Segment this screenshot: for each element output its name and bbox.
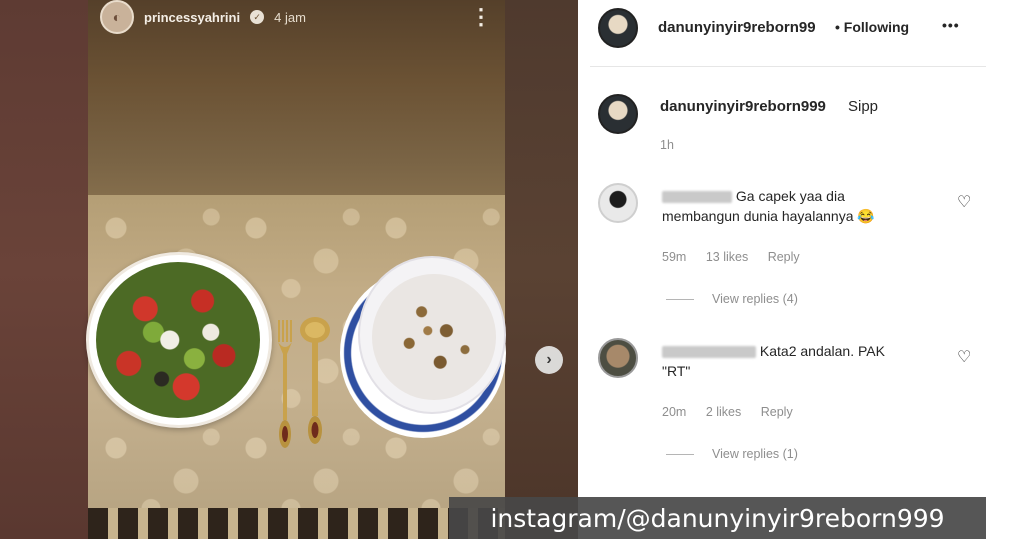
replies-line [666, 298, 694, 300]
golden-fork [278, 320, 292, 448]
post-author-name[interactable]: danunyinyir9reborn99 [658, 19, 816, 36]
story-side-margin [505, 0, 578, 539]
story-header: ◐ princessyahrini ✓ 4 jam [100, 0, 306, 34]
left-margin [0, 0, 88, 539]
comments-panel [578, 0, 1024, 539]
like-heart-icon[interactable]: ♡ [957, 192, 971, 212]
golden-spoon [300, 317, 330, 444]
comment-time: 59m [662, 250, 687, 264]
reply-link[interactable]: Reply [768, 250, 800, 264]
blurred-username [662, 191, 732, 204]
replies-line [666, 453, 694, 455]
view-replies-label[interactable]: View replies (4) [712, 292, 798, 306]
header-divider [590, 66, 986, 67]
verified-icon: ✓ [250, 10, 265, 24]
comment-text: Ga capek yaa dia [662, 186, 845, 206]
comment-likes[interactable]: 13 likes [706, 250, 748, 264]
view-replies-link[interactable]: View replies (4) [666, 292, 798, 306]
view-replies-label[interactable]: View replies (1) [712, 447, 798, 461]
comment-avatar[interactable] [598, 183, 638, 223]
caption-author[interactable]: danunyinyir9reborn999 [660, 98, 826, 115]
comment-meta: 59m 13 likes Reply [662, 250, 816, 264]
watermark-banner: instagram/@danunyinyir9reborn999 [449, 497, 986, 539]
porridge [372, 274, 496, 400]
following-label[interactable]: • Following [835, 17, 909, 37]
comment-text: Kata2 andalan. PAK [662, 341, 885, 361]
view-replies-link[interactable]: View replies (1) [666, 447, 798, 461]
caption-text: Sipp [848, 98, 879, 115]
comment-text-line2: membangun dunia hayalannya 😂 [662, 208, 875, 224]
comment-avatar[interactable] [598, 338, 638, 378]
blurred-username [662, 346, 756, 359]
story-avatar[interactable]: ◐ [100, 0, 134, 34]
next-arrow-button[interactable]: › [535, 346, 563, 374]
comment-text-line2: "RT" [662, 363, 691, 379]
story-time: 4 jam [274, 9, 306, 25]
reply-link[interactable]: Reply [761, 405, 793, 419]
comment-meta: 20m 2 likes Reply [662, 405, 809, 419]
table-edge-stripes [88, 508, 505, 539]
caption-time: 1h [660, 138, 674, 152]
comment-likes[interactable]: 2 likes [706, 405, 741, 419]
comment-time: 20m [662, 405, 687, 419]
story-username[interactable]: princessyahrini [144, 10, 240, 25]
salad [96, 262, 260, 418]
more-options-icon[interactable]: ⋮ [470, 4, 493, 30]
post-more-icon[interactable]: ••• [942, 15, 960, 35]
post-author-avatar[interactable] [598, 8, 638, 48]
caption-avatar[interactable] [598, 94, 638, 134]
like-heart-icon[interactable]: ♡ [957, 347, 971, 367]
